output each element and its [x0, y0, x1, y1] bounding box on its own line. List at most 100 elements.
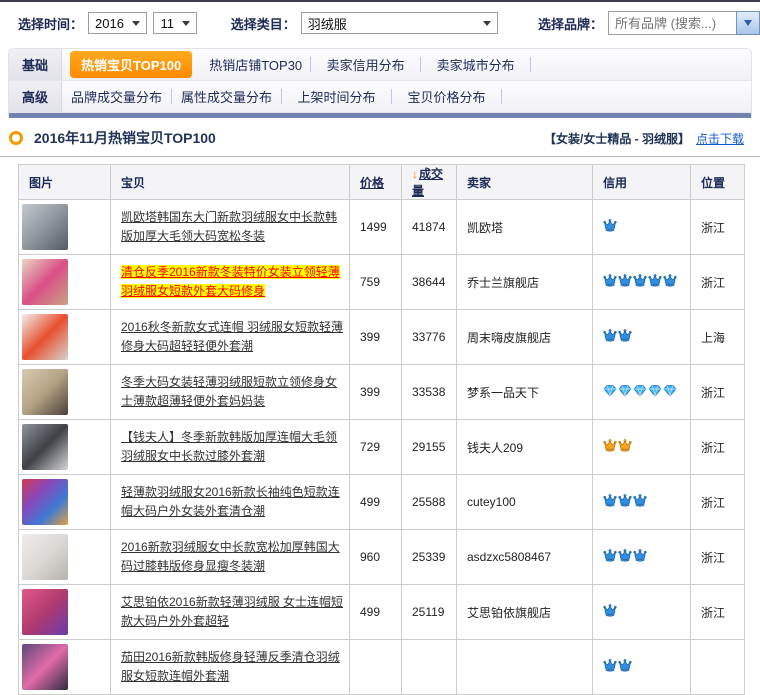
blue-crown-icon [603, 219, 618, 235]
tab-basic-0[interactable]: 热销宝贝TOP100 [70, 51, 192, 78]
credit-cell [593, 420, 691, 475]
tab-advanced-0[interactable]: 品牌成交量分布 [62, 87, 171, 106]
dropdown-arrow-icon [483, 21, 491, 26]
credit-icons [603, 549, 686, 565]
category-filter-label: 选择类目： [231, 14, 296, 33]
seller-cell: 周末嗨皮旗舰店 [457, 310, 593, 365]
blue-crown-icon [603, 604, 618, 620]
blue-crown-icon [618, 494, 633, 510]
tab-divider [501, 89, 502, 104]
blue-crown-icon [603, 329, 618, 345]
credit-cell [593, 310, 691, 365]
blue-diamond-icon [603, 384, 618, 400]
header-image: 图片 [19, 165, 111, 200]
seller-cell: 艾思铂依旗舰店 [457, 585, 593, 640]
price-cell: 729 [350, 420, 402, 475]
credit-icons [603, 439, 686, 455]
title-cell: 【钱夫人】冬季新款韩版加厚连帽大毛领羽绒服女中长款过膝外套潮 [111, 420, 350, 475]
advanced-tabs: 品牌成交量分布属性成交量分布上架时间分布宝贝价格分布 [62, 81, 751, 112]
credit-icons [603, 494, 686, 510]
credit-cell [593, 475, 691, 530]
gold-crown-icon [618, 439, 633, 455]
tab-basic-3[interactable]: 卖家城市分布 [421, 55, 530, 74]
title-cell: 凯欧塔韩国东大门新款羽绒服女中长款韩版加厚大毛领大码宽松冬装 [111, 200, 350, 255]
tab-advanced-2[interactable]: 上架时间分布 [282, 87, 391, 106]
table-row: 艾思铂依2016新款轻薄羽绒服 女士连帽短款大码户外外套超轻49925119艾思… [19, 585, 745, 640]
blue-crown-icon [618, 549, 633, 565]
time-filter-label: 选择时间： [18, 14, 83, 33]
brand-dropdown-button[interactable] [736, 11, 760, 35]
table-row: 【钱夫人】冬季新款韩版加厚连帽大毛领羽绒服女中长款过膝外套潮72929155钱夫… [19, 420, 745, 475]
product-title-link[interactable]: 清仓反季2016新款冬装特价女装立领轻薄羽绒服女短款外套大码修身 [121, 265, 340, 298]
blue-crown-icon [633, 494, 648, 510]
month-select-value: 11 [160, 16, 174, 31]
tab-bottom-bar [9, 113, 751, 118]
price-sort-link[interactable]: 价格 [360, 176, 384, 190]
thumbnail-cell [19, 420, 111, 475]
header-seller: 卖家 [457, 165, 593, 200]
credit-cell [593, 365, 691, 420]
page-title: 2016年11月热销宝贝TOP100 [34, 128, 544, 148]
download-link[interactable]: 点击下载 [696, 130, 744, 147]
product-thumbnail[interactable] [22, 314, 68, 360]
product-thumbnail[interactable] [22, 644, 68, 690]
tab-divider [530, 57, 531, 72]
blue-crown-icon [603, 494, 618, 510]
product-title-link[interactable]: 冬季大码女装轻薄羽绒服短款立领修身女士薄款超薄轻便外套妈妈装 [121, 375, 337, 408]
product-thumbnail[interactable] [22, 369, 68, 415]
advanced-tab-row: 高级 品牌成交量分布属性成交量分布上架时间分布宝贝价格分布 [9, 81, 751, 113]
product-thumbnail[interactable] [22, 534, 68, 580]
brand-filter-label: 选择品牌： [538, 14, 603, 33]
product-title-link[interactable]: 2016新款羽绒服女中长款宽松加厚韩国大码过膝韩版修身显瘦冬装潮 [121, 540, 340, 573]
header-volume-sort[interactable]: ↓成交量 [402, 165, 457, 200]
year-select[interactable]: 2016 [88, 12, 147, 34]
brand-combobox [608, 11, 760, 35]
tab-group-basic-label: 基础 [9, 49, 62, 80]
product-thumbnail[interactable] [22, 424, 68, 470]
product-thumbnail[interactable] [22, 259, 68, 305]
credit-icons [603, 274, 686, 290]
product-thumbnail[interactable] [22, 589, 68, 635]
volume-cell: 33776 [402, 310, 457, 365]
blue-crown-icon [633, 549, 648, 565]
volume-cell: 25119 [402, 585, 457, 640]
dropdown-arrow-icon [132, 21, 140, 26]
product-title-link[interactable]: 艾思铂依2016新款轻薄羽绒服 女士连帽短款大码户外外套超轻 [121, 595, 343, 628]
product-thumbnail[interactable] [22, 479, 68, 525]
chevron-down-icon [744, 20, 752, 26]
price-cell: 759 [350, 255, 402, 310]
volume-sort-link[interactable]: ↓成交量 [412, 167, 443, 198]
product-thumbnail[interactable] [22, 204, 68, 250]
tab-advanced-3[interactable]: 宝贝价格分布 [392, 87, 501, 106]
title-cell: 清仓反季2016新款冬装特价女装立领轻薄羽绒服女短款外套大码修身 [111, 255, 350, 310]
seller-cell: 梦系一品天下 [457, 365, 593, 420]
product-title-link[interactable]: 凯欧塔韩国东大门新款羽绒服女中长款韩版加厚大毛领大码宽松冬装 [121, 210, 337, 243]
volume-cell: 25339 [402, 530, 457, 585]
location-cell: 浙江 [691, 585, 745, 640]
gold-crown-icon [603, 439, 618, 455]
blue-diamond-icon [618, 384, 633, 400]
title-cell: 艾思铂依2016新款轻薄羽绒服 女士连帽短款大码户外外套超轻 [111, 585, 350, 640]
tab-advanced-1[interactable]: 属性成交量分布 [172, 87, 281, 106]
product-title-link[interactable]: 2016秋冬新款女式连帽 羽绒服女短款轻薄 修身大码超轻轻便外套潮 [121, 320, 343, 353]
tab-basic-1[interactable]: 热销店铺TOP30 [201, 55, 310, 74]
table-row: 茄田2016新款韩版修身轻薄反季清仓羽绒服女短款连帽外套潮 [19, 640, 745, 695]
product-title-link[interactable]: 茄田2016新款韩版修身轻薄反季清仓羽绒服女短款连帽外套潮 [121, 650, 340, 683]
title-cell: 茄田2016新款韩版修身轻薄反季清仓羽绒服女短款连帽外套潮 [111, 640, 350, 695]
header-price-sort[interactable]: 价格 [350, 165, 402, 200]
credit-cell [593, 255, 691, 310]
product-title-link[interactable]: 轻薄款羽绒服女2016新款长袖纯色短款连帽大码户外女装外套清仓潮 [121, 485, 340, 518]
category-select[interactable]: 羽绒服 [301, 12, 499, 34]
thumbnail-cell [19, 365, 111, 420]
thumbnail-cell [19, 640, 111, 695]
seller-cell: cutey100 [457, 475, 593, 530]
month-select[interactable]: 11 [153, 12, 197, 34]
blue-crown-icon [618, 274, 633, 290]
basic-tabs: 热销宝贝TOP100 热销店铺TOP30卖家信用分布卖家城市分布 [62, 49, 751, 80]
header-location: 位置 [691, 165, 745, 200]
blue-crown-icon [633, 274, 648, 290]
price-cell: 399 [350, 365, 402, 420]
product-title-link[interactable]: 【钱夫人】冬季新款韩版加厚连帽大毛领羽绒服女中长款过膝外套潮 [121, 430, 337, 463]
brand-search-input[interactable] [608, 11, 736, 35]
tab-basic-2[interactable]: 卖家信用分布 [311, 55, 420, 74]
